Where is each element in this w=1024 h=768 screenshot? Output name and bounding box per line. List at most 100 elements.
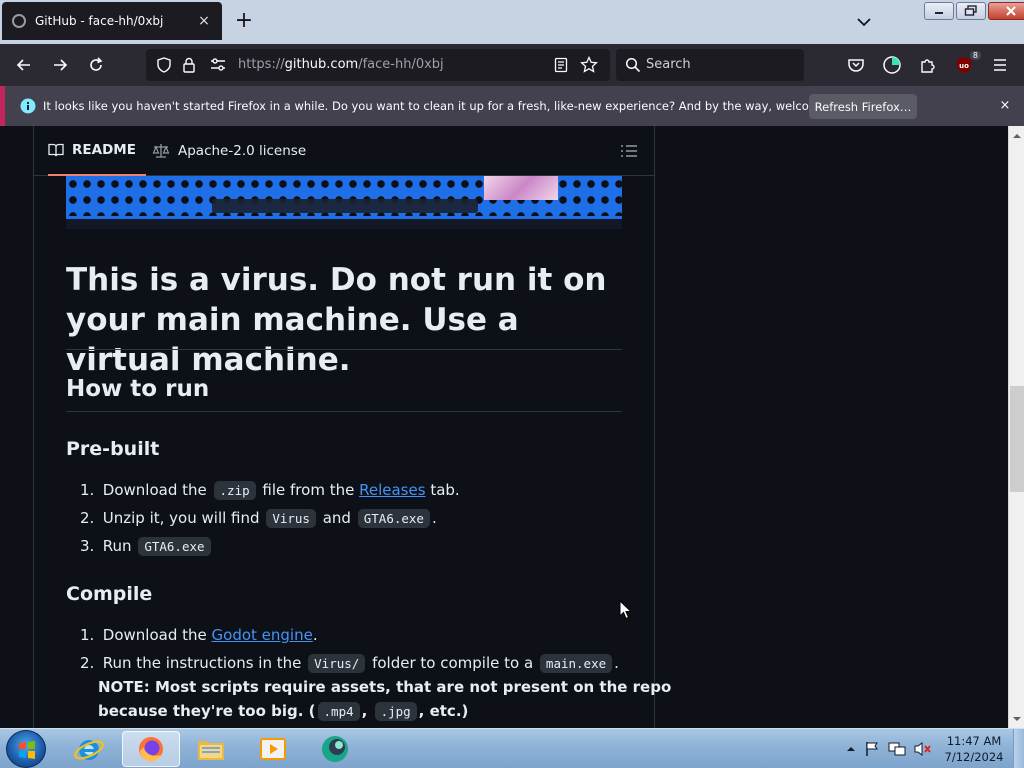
navigation-toolbar: https://github.com/face-hh/0xbj Search u… xyxy=(0,44,1024,86)
arrow-right-icon xyxy=(54,59,68,71)
list-item-text: tab. xyxy=(430,481,460,499)
notification-close-icon[interactable]: × xyxy=(995,96,1015,116)
list-item-text: Run the instructions in the xyxy=(102,654,302,672)
url-scheme: https:// xyxy=(238,57,285,72)
list-item-text: Run xyxy=(102,537,132,555)
search-placeholder: Search xyxy=(646,57,691,72)
start-button[interactable] xyxy=(6,730,46,768)
action-center-flag-icon[interactable] xyxy=(864,741,880,757)
restore-icon xyxy=(964,5,977,16)
scroll-up-arrow-icon[interactable] xyxy=(1013,132,1021,140)
reload-icon xyxy=(90,57,103,71)
tab-readme[interactable]: README xyxy=(48,126,146,176)
url-path: /face-hh/0xbj xyxy=(358,57,444,72)
list-item-number: 3. xyxy=(80,537,95,555)
inline-code: .mp4 xyxy=(317,702,360,721)
heading-pre-built: Pre-built xyxy=(66,438,160,460)
volume-muted-icon[interactable] xyxy=(914,741,932,757)
search-bar[interactable]: Search xyxy=(616,49,804,81)
notification-message: It looks like you haven't started Firefo… xyxy=(43,99,863,113)
list-item: 3. Run GTA6.exe xyxy=(80,537,213,556)
outline-button[interactable] xyxy=(620,142,638,160)
url-host: github.com xyxy=(284,57,359,72)
reader-view-icon[interactable] xyxy=(554,57,568,73)
taskbar-media-player[interactable] xyxy=(244,731,302,767)
scrollbar-thumb[interactable] xyxy=(1010,386,1024,492)
taskbar-file-explorer[interactable] xyxy=(182,731,240,767)
permissions-sliders-icon[interactable] xyxy=(210,58,226,72)
search-icon xyxy=(625,57,641,73)
info-icon xyxy=(20,98,36,114)
list-item-text: . xyxy=(312,626,318,644)
puzzle-piece-icon xyxy=(921,59,935,73)
list-item-number: 2. xyxy=(80,654,95,672)
firefox-account-icon xyxy=(883,56,901,74)
inline-code: GTA6.exe xyxy=(357,509,430,528)
heading-compile: Compile xyxy=(66,583,153,605)
list-item: 2. Run the instructions in the Virus/ fo… xyxy=(80,654,619,673)
browser-tab-strip: GitHub - face-hh/0xbj × + xyxy=(0,0,1024,44)
extensions-button[interactable] xyxy=(915,53,941,77)
refresh-firefox-button[interactable]: Refresh Firefox… xyxy=(809,94,917,119)
taskbar-app[interactable] xyxy=(306,731,364,767)
list-item-text: folder to compile to a xyxy=(372,654,534,672)
media-player-icon xyxy=(260,738,286,760)
chevron-down-icon xyxy=(857,18,871,27)
releases-link[interactable]: Releases xyxy=(359,481,425,499)
note-text: , xyxy=(361,702,368,720)
page-scrollbar[interactable] xyxy=(1008,126,1024,728)
taskbar-clock[interactable]: 11:47 AM 7/12/2024 xyxy=(940,733,1008,765)
arrow-cursor-icon xyxy=(619,599,633,620)
list-item-text: Download the xyxy=(102,481,207,499)
account-button[interactable] xyxy=(879,53,905,77)
godot-engine-link[interactable]: Godot engine xyxy=(212,626,313,644)
scroll-down-arrow-icon[interactable] xyxy=(1013,715,1021,723)
heading-how-to-run: How to run xyxy=(66,376,210,402)
inline-code: .zip xyxy=(213,481,256,500)
back-button[interactable] xyxy=(11,53,37,77)
list-outline-icon xyxy=(621,145,637,157)
inline-code: GTA6.exe xyxy=(138,537,211,556)
minimize-button[interactable] xyxy=(924,2,954,20)
inline-code: Virus/ xyxy=(308,654,366,673)
list-item-text: . xyxy=(614,654,619,672)
url-bar[interactable]: https://github.com/face-hh/0xbj xyxy=(146,49,610,81)
screenshot-thumbnail xyxy=(484,176,558,200)
heading-divider xyxy=(66,411,622,412)
tab-close-icon[interactable]: × xyxy=(196,13,212,29)
app-menu-button[interactable] xyxy=(987,53,1013,77)
green-app-icon xyxy=(322,736,348,762)
network-icon[interactable] xyxy=(888,741,906,757)
restore-button[interactable] xyxy=(956,2,986,20)
clock-time: 11:47 AM xyxy=(946,734,1002,748)
show-desktop-button[interactable] xyxy=(1013,729,1024,768)
tracking-protection-shield-icon[interactable] xyxy=(156,57,172,73)
browser-tab-active[interactable]: GitHub - face-hh/0xbj × xyxy=(2,2,222,40)
lock-icon[interactable] xyxy=(182,57,196,73)
mouse-cursor-icon xyxy=(619,599,633,624)
book-icon xyxy=(48,143,64,157)
show-hidden-icons-icon[interactable] xyxy=(846,744,856,754)
pocket-button[interactable] xyxy=(843,53,869,77)
new-tab-button[interactable]: + xyxy=(232,10,256,34)
compile-note-line-2: because they're too big. (.mp4, .jpg, et… xyxy=(98,702,468,721)
reload-button[interactable] xyxy=(83,53,109,77)
scale-icon xyxy=(152,144,170,158)
ublock-origin-button[interactable]: uo 8 xyxy=(951,51,981,77)
tab-readme-label: README xyxy=(72,142,136,158)
hamburger-menu-icon xyxy=(994,59,1006,71)
tab-license[interactable]: Apache-2.0 license xyxy=(152,126,306,176)
list-all-tabs-button[interactable] xyxy=(852,12,876,32)
list-item-text: Unzip it, you will find xyxy=(102,509,260,527)
pocket-icon xyxy=(848,59,864,72)
url-text: https://github.com/face-hh/0xbj xyxy=(238,57,444,72)
forward-button[interactable] xyxy=(47,53,73,77)
list-item-text: and xyxy=(322,509,351,527)
taskbar-internet-explorer[interactable] xyxy=(60,731,118,767)
window-close-button[interactable] xyxy=(988,2,1024,20)
svg-text:uo: uo xyxy=(959,62,969,70)
taskbar-firefox[interactable] xyxy=(122,731,180,767)
bookmark-star-icon[interactable] xyxy=(580,56,598,74)
arrow-left-icon xyxy=(16,59,30,71)
readme-screenshot-image xyxy=(66,176,622,229)
